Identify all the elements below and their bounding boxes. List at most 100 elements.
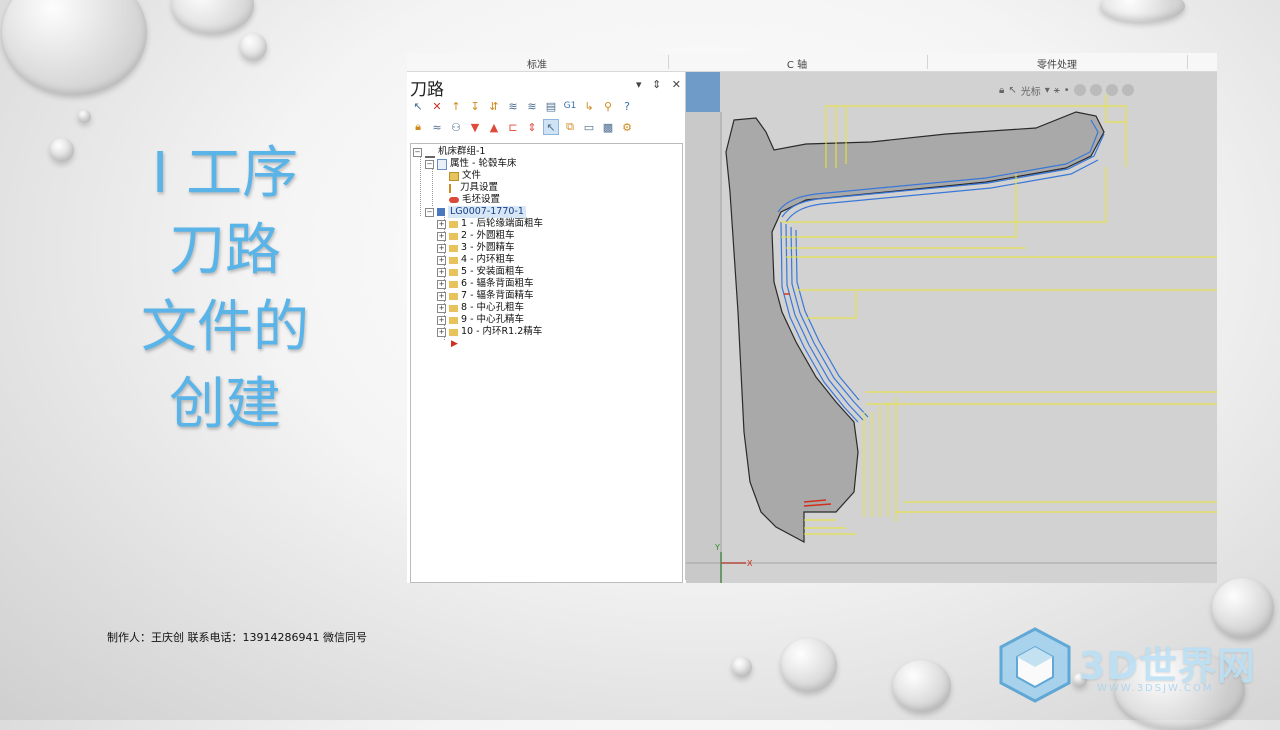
options-icon[interactable]: ▭: [581, 119, 597, 135]
water-drop: [78, 110, 91, 123]
move-down-icon[interactable]: ▼: [467, 119, 483, 135]
tree-operation-item[interactable]: + 10 - 内环R1.2精车: [437, 326, 542, 338]
sort-icon[interactable]: ⇵: [486, 98, 502, 114]
ribbon-group-part-processing[interactable]: 零件处理: [1007, 56, 1107, 71]
tree-tool-settings-label: 刀具设置: [460, 182, 499, 193]
tree-stock-settings-label: 毛坯设置: [462, 194, 501, 205]
watermark-url: WWW.3DSJW.COM: [1097, 683, 1214, 694]
tree-operation-item[interactable]: + 1 - 后轮缘端面粗车: [437, 218, 543, 230]
panel-close-icon[interactable]: ✕: [672, 78, 681, 91]
watermark-brand: 3D世界网: [1079, 644, 1256, 688]
view-dot-icon[interactable]: [1121, 84, 1134, 96]
toolbar-row-2: 🔒︎ ≈ ⚇ ▼ ▲ ⊏ ⇕ ↖ ⧉ ▭ ▩ ⚙: [410, 119, 635, 137]
cursor-icon[interactable]: ↖: [1008, 85, 1016, 96]
panel-menu-icon[interactable]: ▾: [636, 78, 642, 91]
point-icon[interactable]: •: [1064, 85, 1070, 96]
tree-files-label: 文件: [462, 170, 482, 181]
tree-operation-item[interactable]: + 5 - 安装面粗车: [437, 266, 524, 278]
regen-dirty-icon[interactable]: ≋: [524, 98, 540, 114]
slide-title: I 工序 刀路 文件的 创建: [110, 135, 340, 443]
tree-stock-settings-node[interactable]: 毛坯设置: [449, 194, 500, 206]
operation-label: 10 - 内环R1.2精车: [461, 326, 543, 337]
operation-label: 5 - 安装面粗车: [461, 266, 525, 277]
backplot-icon[interactable]: ▤: [543, 98, 559, 114]
toolbar-row-1: ↖ ✕ ↑ ↧ ⇵ ≋ ≋ ▤ G1 ↳ ⚲ ?: [410, 98, 635, 116]
water-drop: [240, 33, 267, 61]
tree-properties-label: 属性 - 轮毂车床: [450, 158, 517, 169]
panel-title: 刀路: [410, 80, 444, 100]
view-dot-icon[interactable]: [1073, 84, 1086, 96]
cursor-mode-label[interactable]: 光标: [1021, 83, 1041, 98]
title-line: I 工序: [151, 141, 299, 206]
tree-group-label: LG0007-1770-1: [448, 206, 526, 218]
filter-icon[interactable]: ▩: [600, 119, 616, 135]
graphics-viewport[interactable]: Y X 🔒︎ ↖ 光标 ▾ ⚹ •: [686, 72, 1217, 583]
tree-operation-item[interactable]: + 8 - 中心孔粗车: [437, 302, 524, 314]
y-axis-label: Y: [714, 543, 720, 552]
x-axis-label: X: [747, 559, 753, 568]
cam-screenshot: 标准 C 轴 零件处理 刀路 ▾ ⇕ ✕ ↖ ✕ ↑ ↧ ⇵ ≋ ≋ ▤ G1 …: [407, 53, 1217, 583]
insert-icon[interactable]: ⊏: [505, 119, 521, 135]
tree-operation-item[interactable]: + 2 - 外圆粗车: [437, 230, 515, 242]
cube-logo-icon: [999, 627, 1071, 703]
ribbon-divider: [927, 55, 928, 69]
regen-all-icon[interactable]: ≋: [505, 98, 521, 114]
tree-properties-node[interactable]: − 属性 - 轮毂车床: [425, 158, 516, 170]
settings-icon[interactable]: ⚙: [619, 119, 635, 135]
lock-icon[interactable]: 🔒︎: [410, 119, 426, 135]
operation-label: 6 - 辐条背面粗车: [461, 278, 534, 289]
tree-operation-item[interactable]: + 6 - 辐条背面粗车: [437, 278, 534, 290]
operation-label: 2 - 外圆粗车: [461, 230, 515, 241]
select-all-icon[interactable]: ↖: [410, 98, 426, 114]
water-drop: [893, 660, 951, 712]
panel-controls: ▾ ⇕ ✕: [629, 78, 681, 91]
dropdown-icon[interactable]: ▾: [1045, 85, 1050, 96]
g1-post-icon[interactable]: G1: [562, 98, 578, 114]
operation-label: 8 - 中心孔粗车: [461, 302, 525, 313]
post-icon[interactable]: ⚇: [448, 119, 464, 135]
water-drop: [2, 0, 147, 95]
select-icon[interactable]: ↖: [543, 119, 559, 135]
operation-label: 4 - 内环粗车: [461, 254, 515, 265]
watermark: 3D世界网 WWW.3DSJW.COM: [995, 625, 1270, 710]
toggle-display-icon[interactable]: ≈: [429, 119, 445, 135]
insert-arrow-icon[interactable]: ▶: [451, 338, 458, 350]
operation-label: 3 - 外圆精车: [461, 242, 515, 253]
tree-operation-item[interactable]: + 9 - 中心孔精车: [437, 314, 524, 326]
operation-label: 9 - 中心孔精车: [461, 314, 525, 325]
toggle-icon[interactable]: ↧: [467, 98, 483, 114]
tree-operation-item[interactable]: + 4 - 内环粗车: [437, 254, 515, 266]
select-ops-icon[interactable]: ↑: [448, 98, 464, 114]
tree-tool-settings-node[interactable]: 刀具设置: [449, 182, 498, 194]
expand-icon[interactable]: ⇕: [524, 119, 540, 135]
title-line: 文件的: [141, 295, 309, 360]
water-drop: [732, 657, 752, 677]
ribbon-divider: [668, 55, 669, 69]
view-dot-icon[interactable]: [1089, 84, 1102, 96]
lock-icon[interactable]: ⚲: [600, 98, 616, 114]
lock-icon[interactable]: 🔒︎: [999, 85, 1004, 96]
tree-operation-item[interactable]: + 3 - 外圆精车: [437, 242, 515, 254]
view-dot-icon[interactable]: [1105, 84, 1118, 96]
deselect-icon[interactable]: ✕: [429, 98, 445, 114]
move-up-icon[interactable]: ▲: [486, 119, 502, 135]
help-icon[interactable]: ?: [619, 98, 635, 114]
ribbon-group-c-axis[interactable]: C 轴: [747, 56, 847, 71]
toolpath-drawing: Y X: [686, 72, 1217, 583]
tree-root-label: 机床群组-1: [438, 146, 486, 157]
tree-files-node[interactable]: 文件: [449, 170, 481, 182]
snap-icon[interactable]: ⚹: [1054, 85, 1060, 96]
ribbon-group-standard[interactable]: 标准: [487, 56, 587, 71]
verify-icon[interactable]: ↳: [581, 98, 597, 114]
viewport-toolbar: 🔒︎ ↖ 光标 ▾ ⚹ •: [999, 80, 1134, 100]
operation-label: 1 - 后轮缘端面粗车: [461, 218, 544, 229]
panel-pin-icon[interactable]: ⇕: [652, 78, 661, 91]
copy-icon[interactable]: ⧉: [562, 119, 578, 135]
tree-group-node[interactable]: − LG0007-1770-1: [425, 206, 526, 218]
water-drop: [781, 638, 837, 692]
title-line: 刀路: [169, 218, 281, 283]
tree-root-node[interactable]: − 机床群组-1: [413, 146, 485, 158]
water-drop: [50, 138, 74, 162]
water-drop: [1100, 0, 1185, 22]
tree-operation-item[interactable]: + 7 - 辐条背面精车: [437, 290, 534, 302]
